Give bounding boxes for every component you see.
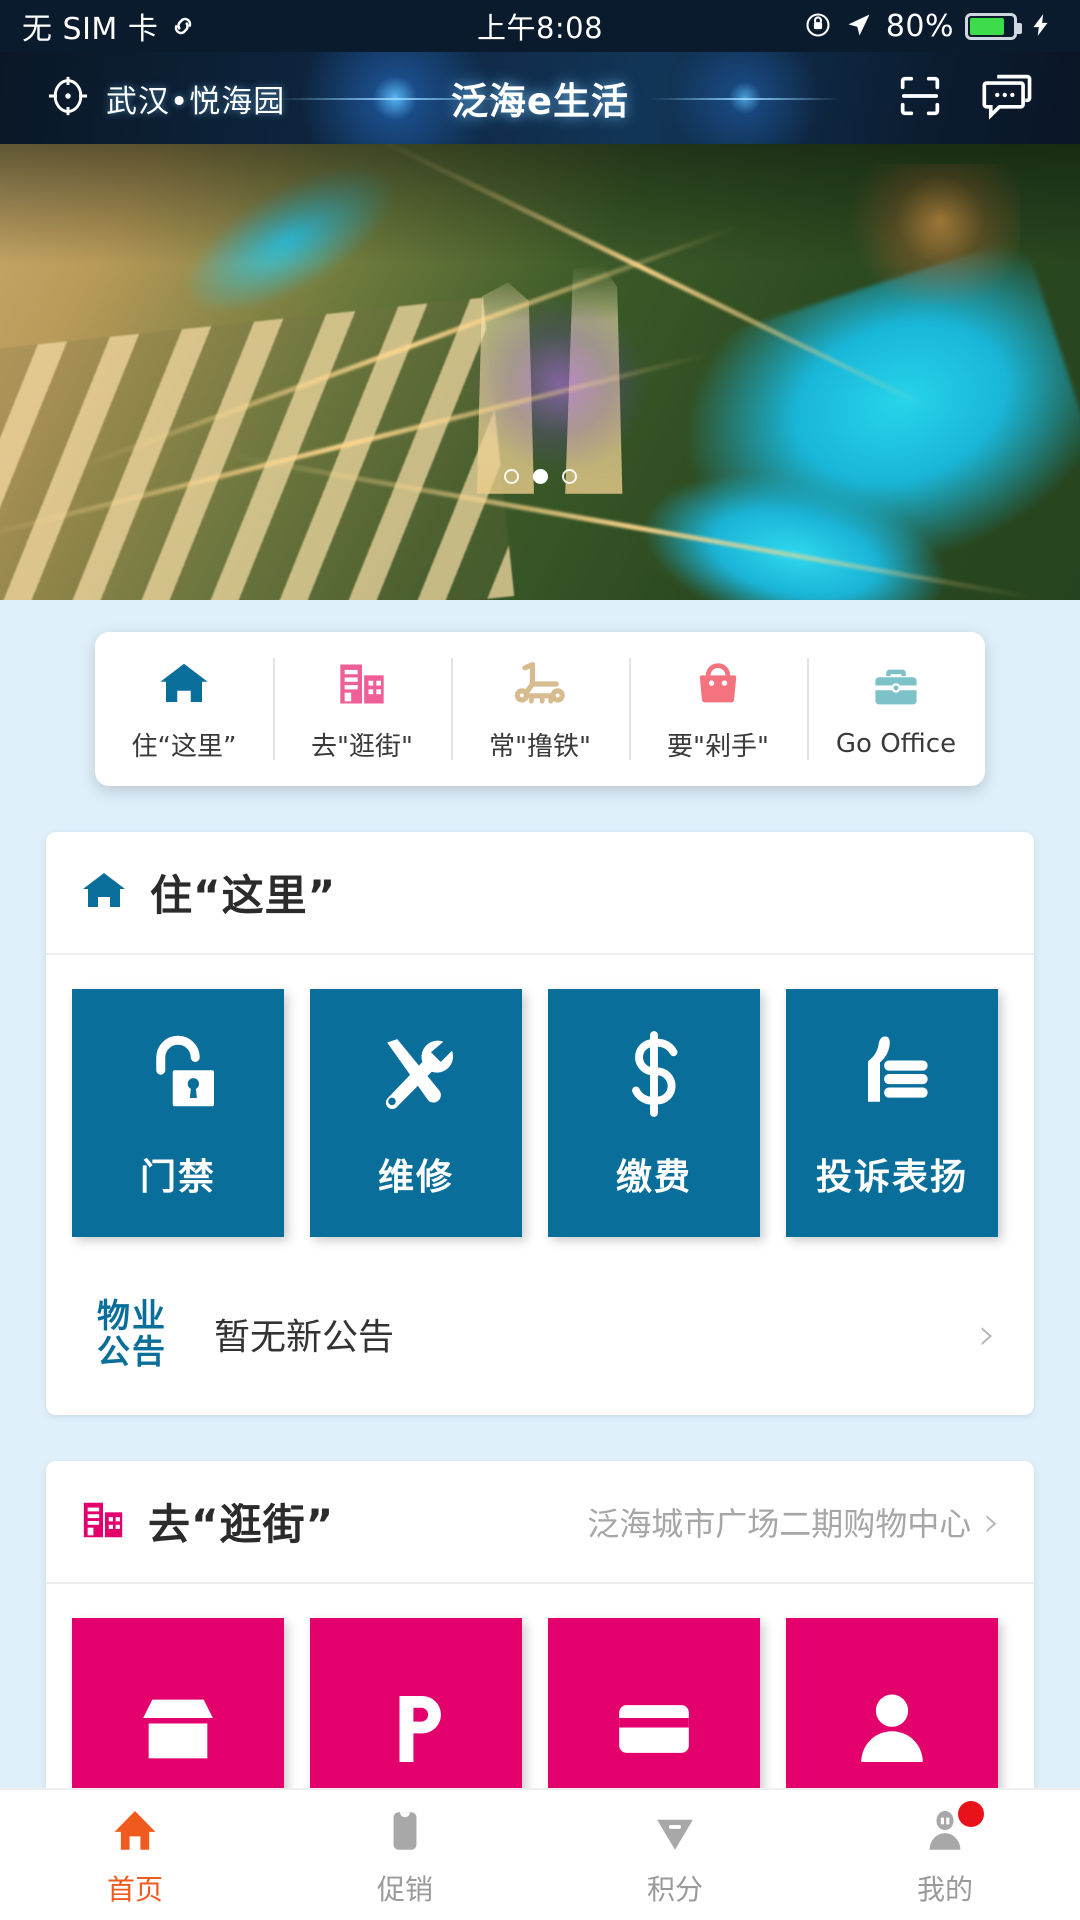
handbag-icon (692, 656, 744, 712)
chat-bubble-icon[interactable] (980, 70, 1036, 126)
tile-label: 缴费 (615, 1157, 692, 1198)
main-content[interactable]: 住“这里” 门禁 维修 缴费 投诉表扬 物业 公告 暂无新公告 › 去“逛街” … (0, 786, 1080, 1920)
battery-percent-label: 80% (885, 8, 954, 44)
shop-icon (134, 1681, 222, 1777)
property-notice-row[interactable]: 物业 公告 暂无新公告 › (46, 1267, 1034, 1415)
quick-nav-label: 常"撸铁" (489, 731, 591, 762)
user-profile-icon (920, 1800, 984, 1859)
tab-promotions[interactable]: 促销 (270, 1790, 540, 1920)
quick-nav-label: 去"逛街" (311, 731, 413, 762)
tab-home[interactable]: 首页 (0, 1790, 270, 1920)
tile-label: 维修 (377, 1157, 454, 1198)
tools-wrench-screwdriver-icon (371, 1026, 461, 1122)
section-card-live-here: 住“这里” 门禁 维修 缴费 投诉表扬 物业 公告 暂无新公告 › (46, 832, 1034, 1415)
thumbs-up-icon (847, 1026, 937, 1122)
app-header: 武汉•悦海园 泛海e生活 (0, 52, 1080, 144)
section-title: 去“逛街” (148, 1500, 335, 1549)
location-arrow-icon (845, 11, 875, 41)
property-notice-icon: 物业 公告 (84, 1293, 180, 1375)
tile-complaint-praise[interactable]: 投诉表扬 (786, 989, 998, 1237)
property-notice-text: 暂无新公告 (214, 1317, 395, 1358)
quick-nav-card: 住“这里” 去"逛街" 常"撸铁" 要"剁手" Go Office (95, 632, 985, 786)
briefcase-icon (870, 659, 922, 715)
quick-nav-label: Go Office (835, 729, 957, 759)
section-subtitle-link[interactable]: 泛海城市广场二期购物中心 › (587, 1499, 1000, 1545)
notification-badge (958, 1800, 984, 1827)
tag-sale-icon (380, 1803, 430, 1859)
notice-badge-line2: 公告 (97, 1332, 167, 1371)
diamond-points-icon (650, 1803, 700, 1859)
quick-nav-label: 住“这里” (131, 731, 237, 762)
tab-profile[interactable]: 我的 (810, 1790, 1080, 1920)
home-icon (157, 656, 211, 712)
carousel-dot[interactable] (561, 469, 577, 484)
carrier-label: 无 SIM 卡 (22, 12, 159, 47)
hero-banner-image (0, 144, 1080, 600)
status-bar-right: 80% (804, 9, 1058, 44)
tab-label: 首页 (106, 1872, 163, 1906)
tab-label: 我的 (916, 1872, 973, 1906)
bottom-tab-bar: 首页 促销 积分 我的 (0, 1788, 1080, 1920)
section-header-go-shopping[interactable]: 去“逛街” 泛海城市广场二期购物中心 › (46, 1461, 1034, 1584)
charging-bolt-icon (1028, 11, 1058, 41)
tab-points[interactable]: 积分 (540, 1790, 810, 1920)
unlock-padlock-icon (133, 1026, 223, 1122)
tile-repair[interactable]: 维修 (310, 989, 522, 1237)
chevron-right-icon[interactable]: › (978, 1309, 996, 1360)
parking-p-icon (372, 1681, 460, 1777)
treadmill-icon (512, 656, 568, 712)
section-subtitle: 泛海城市广场二期购物中心 (587, 1504, 972, 1543)
tile-access-control[interactable]: 门禁 (72, 989, 284, 1237)
person-icon (848, 1681, 936, 1777)
tile-label: 投诉表扬 (815, 1157, 968, 1198)
quick-nav-item-go-office[interactable]: Go Office (807, 632, 985, 786)
card-icon (610, 1681, 698, 1777)
quick-nav-item-live-here[interactable]: 住“这里” (95, 632, 273, 786)
building-icon (80, 1497, 126, 1547)
quick-nav-item-gym[interactable]: 常"撸铁" (451, 632, 629, 786)
tab-label: 积分 (646, 1872, 703, 1906)
scan-qr-icon[interactable] (894, 70, 946, 126)
carousel-dot-active[interactable] (532, 469, 548, 484)
section-title: 住“这里” (150, 871, 337, 920)
quick-nav-item-go-shopping[interactable]: 去"逛街" (273, 632, 451, 786)
quick-nav-item-shopping-bag[interactable]: 要"剁手" (629, 632, 807, 786)
notice-badge-line1: 物业 (97, 1296, 167, 1336)
tab-label: 促销 (376, 1872, 433, 1906)
rotation-lock-icon (804, 11, 834, 41)
service-tiles-live-here[interactable]: 门禁 维修 缴费 投诉表扬 (46, 955, 1034, 1267)
section-header-live-here[interactable]: 住“这里” (46, 832, 1034, 955)
header-actions (894, 70, 1080, 126)
status-bar: 无 SIM 卡 上午8:08 80% (0, 0, 1080, 52)
building-icon (336, 656, 388, 712)
chevron-right-icon[interactable]: › (983, 1500, 1000, 1543)
home-icon (80, 867, 128, 919)
carousel-dots[interactable] (0, 469, 1080, 484)
carousel-dot[interactable] (503, 469, 519, 484)
quick-nav-label: 要"剁手" (667, 731, 769, 762)
status-bar-left: 无 SIM 卡 (22, 4, 198, 48)
home-icon (110, 1803, 160, 1859)
sim-link-icon (168, 11, 198, 41)
dollar-sign-icon (609, 1026, 699, 1122)
tile-label: 门禁 (139, 1157, 216, 1198)
battery-icon (965, 12, 1022, 40)
hero-banner-carousel[interactable] (0, 144, 1080, 600)
tile-payment[interactable]: 缴费 (548, 989, 760, 1237)
